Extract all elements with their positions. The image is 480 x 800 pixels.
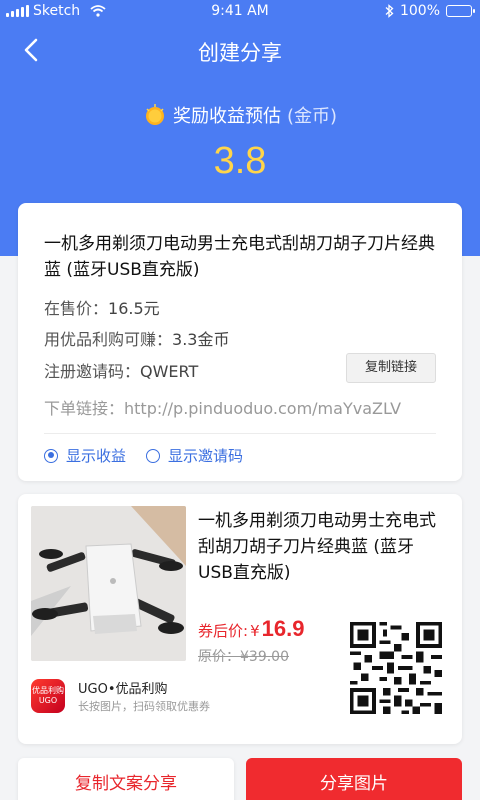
nav-bar: 创建分享	[0, 26, 480, 74]
order-link-value[interactable]: http://p.pinduoduo.com/maYvaZLV	[124, 399, 401, 418]
option-show-earnings[interactable]: 显示收益	[44, 445, 126, 466]
battery-percent: 100%	[399, 3, 440, 19]
qr-code-icon	[350, 622, 442, 714]
coupon-price-symbol: ¥	[250, 622, 260, 640]
radio-icon[interactable]	[146, 448, 160, 463]
earn-label: 用优品利购可赚：	[44, 330, 173, 349]
option-show-earnings-label: 显示收益	[66, 447, 127, 465]
product-title: 一机多用剃须刀电动男士充电式刮胡刀胡子刀片经典蓝 (蓝牙USB直充版)	[44, 234, 435, 280]
invite-label: 注册邀请码：	[44, 362, 141, 381]
divider	[44, 433, 436, 434]
copy-link-button[interactable]: 复制链接	[346, 353, 436, 383]
option-show-invite-label: 显示邀请码	[168, 447, 244, 465]
copy-text-share-button[interactable]: 复制文案分享	[18, 758, 234, 800]
battery-icon	[446, 5, 475, 17]
coupon-price-label: 券后价:	[198, 622, 249, 640]
price-row: 在售价：16.5元	[44, 295, 160, 319]
original-price: 原价：¥39.00	[198, 649, 289, 665]
reward-label-row: 奖励收益预估 (金币)	[0, 102, 480, 128]
product-image	[31, 506, 186, 661]
earn-row: 用优品利购可赚：3.3金币	[44, 326, 229, 350]
reward-unit: (金币)	[286, 106, 338, 127]
option-show-invite[interactable]: 显示邀请码	[146, 445, 243, 466]
order-link-label: 下单链接：	[44, 399, 125, 418]
earn-value: 3.3金币	[172, 330, 230, 349]
order-link-row: 下单链接：http://p.pinduoduo.com/maYvaZLV	[44, 395, 438, 419]
brand-name: UGO•优品利购	[78, 682, 168, 697]
coupon-price: 券后价: ¥ 16.9	[198, 616, 304, 642]
reward-value: 3.8	[213, 140, 267, 182]
status-right: 100%	[385, 3, 475, 19]
radio-checked-icon[interactable]	[44, 448, 58, 463]
reward-label: 奖励收益预估	[172, 106, 281, 127]
page-title: 创建分享	[198, 41, 282, 65]
coupon-price-value: 16.9	[261, 616, 305, 641]
bluetooth-icon	[385, 4, 394, 18]
price-value: 16.5元	[108, 299, 160, 318]
price-label: 在售价：	[44, 299, 109, 318]
share-info-card: 一机多用剃须刀电动男士充电式刮胡刀胡子刀片经典蓝 (蓝牙USB直充版) 在售价：…	[18, 203, 462, 481]
share-image-card: 一机多用剃须刀电动男士充电式刮胡刀胡子刀片经典蓝 (蓝牙USB直充版) 券后价:…	[18, 494, 462, 744]
coin-icon	[145, 104, 164, 125]
brand-logo: 优品利购 UGO	[31, 679, 65, 713]
invite-row: 注册邀请码：QWERT	[44, 358, 198, 382]
status-bar: Sketch 9:41 AM 100%	[0, 0, 480, 22]
brand-hint: 长按图片，扫码领取优惠券	[78, 700, 210, 713]
invite-code: QWERT	[140, 362, 199, 381]
drone-image	[31, 506, 186, 661]
product-card-title: 一机多用剃须刀电动男士充电式刮胡刀胡子刀片经典蓝 (蓝牙USB直充版)	[198, 511, 436, 583]
share-image-button[interactable]: 分享图片	[246, 758, 462, 800]
